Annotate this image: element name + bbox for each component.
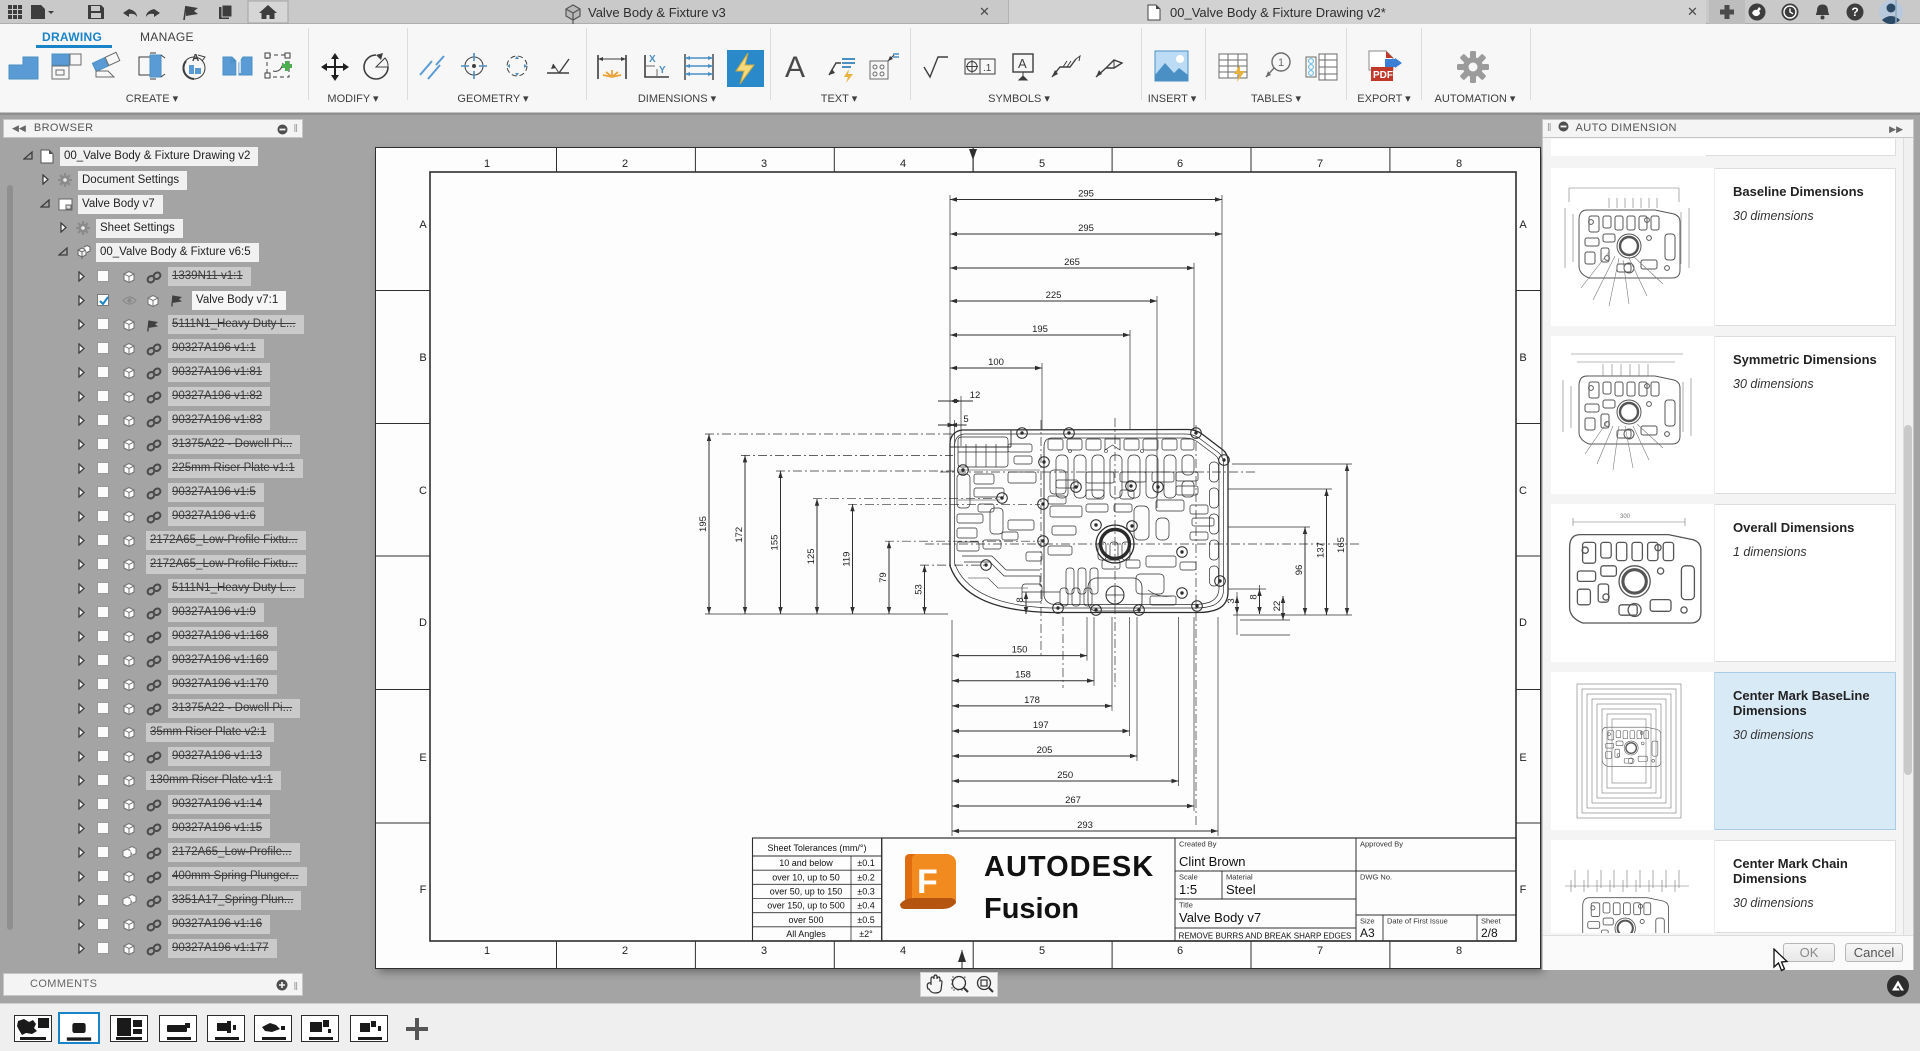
svg-text:F: F [420,884,427,896]
svg-text:±2°: ±2° [859,929,873,939]
svg-text:2: 2 [622,158,628,170]
svg-text:over 10, up to 50: over 10, up to 50 [772,872,840,882]
svg-text:150: 150 [1012,645,1028,656]
svg-text:Y: Y [659,65,666,76]
svg-text:79: 79 [878,572,889,583]
svg-text:Sheet: Sheet [1481,917,1502,926]
svg-text:E: E [419,752,426,764]
svg-text:8: 8 [1456,945,1462,957]
svg-text:267: 267 [1065,795,1081,806]
svg-text:PDF: PDF [1373,70,1393,81]
svg-text:10 and below: 10 and below [779,858,833,868]
svg-text:12: 12 [970,390,981,401]
svg-text:3: 3 [761,945,767,957]
svg-text:172: 172 [734,527,745,543]
svg-text:265: 265 [1064,257,1080,268]
svg-text:5: 5 [963,414,968,425]
svg-text:Material: Material [1226,873,1253,882]
svg-text:A: A [1018,56,1027,71]
svg-text:C: C [419,485,427,497]
svg-text:300: 300 [1620,514,1631,520]
svg-text:±0.5: ±0.5 [857,915,874,925]
svg-text:295: 295 [1078,223,1094,234]
svg-text:Size: Size [1360,917,1375,926]
svg-text:Title: Title [1179,901,1193,910]
svg-text:1: 1 [484,945,490,957]
svg-text:53: 53 [914,584,925,595]
svg-text:±0.2: ±0.2 [857,872,874,882]
svg-text:A3: A3 [1360,926,1375,940]
svg-text:3: 3 [1226,598,1237,603]
svg-text:A: A [785,51,805,84]
svg-text:96: 96 [1294,565,1305,576]
svg-text:Date of First Issue: Date of First Issue [1387,917,1448,926]
svg-text:±0.4: ±0.4 [857,901,874,911]
svg-text:A: A [1519,219,1527,231]
svg-text:Approved By: Approved By [1360,840,1403,849]
svg-text:195: 195 [1032,324,1048,335]
svg-text:F: F [1520,884,1527,896]
svg-text:2: 2 [622,945,628,957]
svg-text:5: 5 [1039,945,1045,957]
svg-text:over 150, up to 500: over 150, up to 500 [767,901,845,911]
svg-text:7: 7 [1317,945,1323,957]
svg-text:E: E [1519,752,1526,764]
svg-text:Clint Brown: Clint Brown [1179,854,1245,869]
svg-text:125: 125 [806,548,817,564]
svg-text:8: 8 [1456,158,1462,170]
svg-text:6: 6 [1177,158,1183,170]
svg-text:C: C [1519,485,1527,497]
svg-text:3: 3 [761,158,767,170]
svg-text:158: 158 [1015,670,1031,681]
svg-text:195: 195 [698,516,709,532]
svg-text:D: D [1519,617,1527,629]
svg-text:293: 293 [1077,820,1093,831]
svg-text:DWG No.: DWG No. [1360,873,1392,882]
svg-text:6: 6 [1177,945,1183,957]
svg-text:100: 100 [988,357,1004,368]
svg-text:.1: .1 [983,63,992,74]
svg-text:295: 295 [1078,189,1094,200]
svg-text:4: 4 [900,945,906,957]
svg-text:±0.3: ±0.3 [857,887,874,897]
svg-text:F: F [917,863,938,901]
svg-text:Sheet Tolerances (mm/°): Sheet Tolerances (mm/°) [768,843,867,853]
svg-text:205: 205 [1037,745,1053,756]
svg-text:197: 197 [1033,720,1049,731]
svg-text:B: B [419,352,426,364]
svg-text:D: D [419,617,427,629]
svg-text:over 50, up to 150: over 50, up to 150 [770,887,843,897]
svg-text:B: B [1519,352,1526,364]
svg-text:REMOVE BURRS AND BREAK SHARP E: REMOVE BURRS AND BREAK SHARP EDGES [1179,932,1352,941]
svg-text:225: 225 [1046,290,1062,301]
svg-text:119: 119 [842,552,853,567]
svg-text:178: 178 [1024,695,1040,706]
svg-text:155: 155 [770,535,781,551]
svg-text:X: X [649,54,656,65]
svg-text:AUTODESK: AUTODESK [984,851,1154,883]
svg-text:All Angles: All Angles [786,929,826,939]
svg-text:1: 1 [484,158,490,170]
svg-text:7: 7 [1317,158,1323,170]
svg-text:4: 4 [900,158,906,170]
svg-text:?: ? [1851,5,1858,19]
svg-text:±0.1: ±0.1 [857,858,874,868]
svg-text:Fusion: Fusion [984,893,1079,925]
svg-text:Created By: Created By [1179,840,1217,849]
svg-text:Steel: Steel [1226,882,1256,897]
svg-text:Valve Body v7: Valve Body v7 [1179,910,1261,925]
svg-text:Scale: Scale [1179,873,1198,882]
svg-text:A: A [419,219,427,231]
svg-text:over 500: over 500 [788,915,823,925]
svg-text:2/8: 2/8 [1481,926,1498,940]
svg-text:1: 1 [1278,57,1284,69]
svg-text:137: 137 [1316,542,1327,558]
svg-text:22: 22 [1272,601,1283,612]
svg-text:165: 165 [1336,537,1347,553]
svg-text:5: 5 [1039,158,1045,170]
svg-text:8: 8 [1249,594,1260,599]
svg-text:1:5: 1:5 [1179,882,1197,897]
svg-text:250: 250 [1057,770,1073,781]
